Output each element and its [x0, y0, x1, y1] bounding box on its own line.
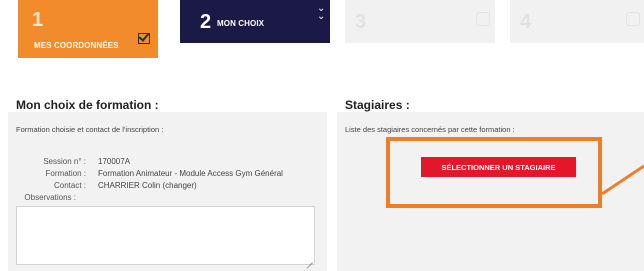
annotation-arrow-icon: [601, 164, 644, 196]
box-icon: [626, 12, 640, 26]
formation-label: Formation :: [45, 169, 86, 178]
step-number: 1: [32, 9, 44, 31]
resize-handle-icon[interactable]: [306, 256, 313, 263]
checkbox-checked-icon: [138, 33, 150, 44]
chevron-down-double-icon: ⌄ ⌄: [317, 3, 326, 22]
observations-field[interactable]: [16, 206, 315, 265]
section-title-mon-choix: Mon choix de formation :: [16, 98, 159, 112]
step-2-mon-choix[interactable]: 2 MON CHOIX ⌄ ⌄: [180, 0, 330, 43]
section-subtitle: Liste des stagiaires concernés par cette…: [345, 125, 515, 134]
step-number: 4: [520, 11, 532, 33]
step-label: MES COORDONNÉES: [34, 41, 119, 50]
step-1-mes-coordonnees[interactable]: 1 MES COORDONNÉES: [18, 0, 158, 58]
step-label: MON CHOIX: [217, 19, 265, 28]
step-number: 2: [200, 11, 212, 33]
step-4: 4: [510, 0, 644, 43]
session-label: Session n° :: [43, 157, 86, 166]
highlight-box: [386, 137, 602, 208]
session-value: 170007A: [98, 157, 131, 166]
section-title-stagiaires: Stagiaires :: [345, 98, 410, 112]
box-icon: [476, 12, 490, 26]
step-3: 3: [345, 0, 495, 43]
step-number: 3: [355, 11, 367, 33]
section-subtitle: Formation choisie et contact de l'inscri…: [16, 125, 164, 134]
observations-label: Observations :: [24, 193, 76, 202]
formation-value: Formation Animateur - Module Access Gym …: [98, 169, 283, 178]
contact-value[interactable]: CHARRIER Colin (changer): [98, 181, 197, 190]
contact-label: Contact :: [53, 181, 86, 190]
